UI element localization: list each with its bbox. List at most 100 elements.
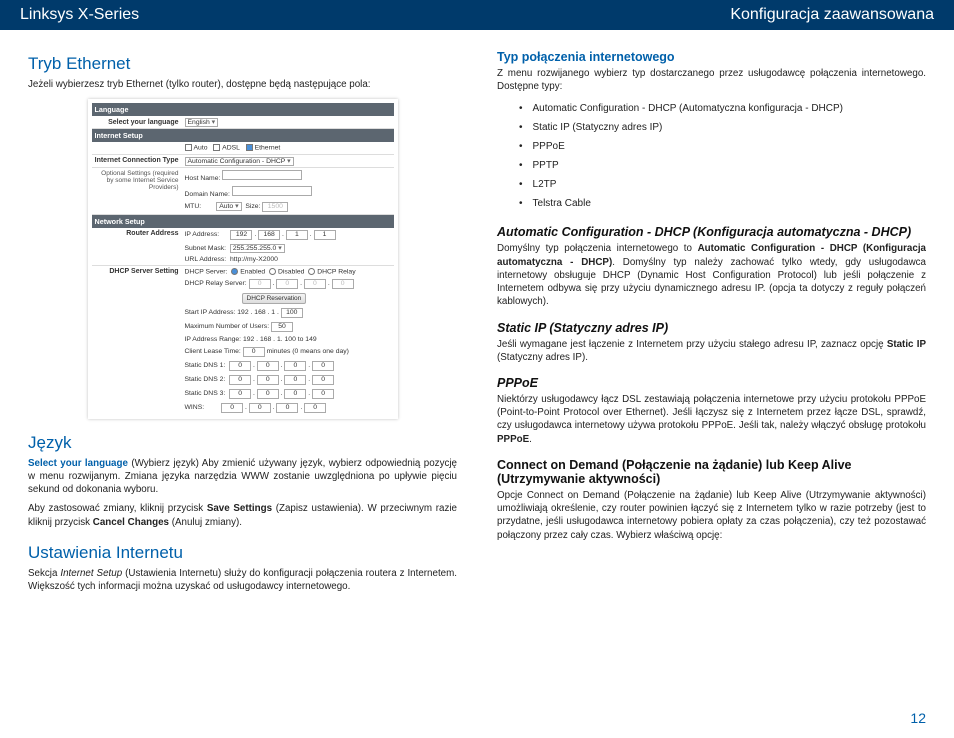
shot-wins-1[interactable]: 0 (249, 403, 271, 413)
heading-dhcp: Automatic Configuration - DHCP (Konfigur… (497, 225, 926, 239)
shot-radio-relay[interactable] (308, 268, 315, 275)
shot-lbl-domainname: Domain Name: (185, 191, 230, 198)
shot-input-domainname[interactable] (232, 186, 312, 196)
para-connect: Opcje Connect on Demand (Połączenie na ż… (497, 489, 926, 542)
shot-relay-1[interactable]: 0 (276, 279, 298, 289)
shot-input-startip[interactable]: 100 (281, 308, 303, 318)
shot-lbl-dhcpserver: DHCP Server: (185, 268, 228, 275)
txt-j2d: Cancel Changes (93, 517, 169, 528)
shot-ip-1[interactable]: 168 (258, 230, 280, 240)
shot-wins-3[interactable]: 0 (304, 403, 326, 413)
para-pppoe: Niektórzy usługodawcy łącz DSL zestawiaj… (497, 393, 926, 446)
shot-input-maxusers[interactable]: 50 (271, 322, 293, 332)
list-item: Telstra Cable (519, 194, 926, 213)
shot-relay-2[interactable]: 0 (304, 279, 326, 289)
shot-wins-0[interactable]: 0 (221, 403, 243, 413)
para-jezyk-1: Select your language (Wybierz język) Aby… (28, 457, 457, 497)
shot-radio-disabled[interactable] (269, 268, 276, 275)
shot-opt-auto: Auto (194, 145, 208, 152)
shot-input-hostname[interactable] (222, 170, 302, 180)
shot-lbl-dhcpset: DHCP Server Setting (92, 266, 182, 415)
shot-select-subnet[interactable]: 255.255.255.0 (230, 244, 285, 253)
shot-dns2-1[interactable]: 0 (257, 375, 279, 385)
shot-lbl-router: Router Address (92, 228, 182, 266)
para-ustawienia: Sekcja Internet Setup (Ustawienia Intern… (28, 567, 457, 593)
page-header: Linksys X-Series Konfiguracja zaawansowa… (0, 0, 954, 30)
page-body: Tryb Ethernet Jeżeli wybierzesz tryb Eth… (0, 30, 954, 599)
shot-dns2-0[interactable]: 0 (229, 375, 251, 385)
txt-ppc: . (529, 434, 532, 445)
shot-input-mtu-size[interactable]: 1500 (262, 202, 288, 212)
txt-usta: Sekcja (28, 568, 60, 579)
shot-dns1-3[interactable]: 0 (312, 361, 334, 371)
heading-static: Static IP (Statyczny adres IP) (497, 321, 926, 335)
txt-statc: (Statyczny adres IP). (497, 352, 588, 363)
shot-opt-enabled: Enabled (240, 268, 265, 275)
header-right: Konfiguracja zaawansowana (730, 6, 934, 24)
shot-lbl-conntype: Internet Connection Type (92, 155, 182, 168)
shot-lbl-iprange: IP Address Range: (185, 336, 242, 343)
shot-lbl-wins: WINS: (185, 404, 205, 411)
heading-tryb-ethernet: Tryb Ethernet (28, 54, 457, 74)
shot-opt-disabled: Disabled (278, 268, 304, 275)
shot-btn-reservation[interactable]: DHCP Reservation (242, 293, 307, 304)
txt-ppb: PPPoE (497, 434, 529, 445)
txt-stata: Jeśli wymagane jest łączenie z Internete… (497, 339, 887, 350)
shot-lbl-ip: IP Address: (185, 231, 220, 238)
shot-lbl-optional: Optional Settings (required by some Inte… (92, 168, 182, 215)
shot-lbl-selectlang: Select your language (92, 116, 182, 129)
shot-dns3-1[interactable]: 0 (257, 389, 279, 399)
shot-dns3-2[interactable]: 0 (284, 389, 306, 399)
shot-dns1-0[interactable]: 0 (229, 361, 251, 371)
shot-ip-3[interactable]: 1 (314, 230, 336, 240)
connection-type-list: Automatic Configuration - DHCP (Automaty… (497, 99, 926, 213)
shot-dns3-3[interactable]: 0 (312, 389, 334, 399)
para-dhcp: Domyślny typ połączenia internetowego to… (497, 242, 926, 308)
right-column: Typ połączenia internetowego Z menu rozw… (497, 40, 926, 599)
para-ethernet: Jeżeli wybierzesz tryb Ethernet (tylko r… (28, 78, 457, 91)
shot-lbl-size: Size: (245, 203, 260, 210)
shot-val-iprange: 192 . 168 . 1. 100 to 149 (243, 336, 317, 343)
heading-jezyk: Język (28, 433, 457, 453)
shot-relay-3[interactable]: 0 (332, 279, 354, 289)
shot-relay-0[interactable]: 0 (249, 279, 271, 289)
shot-select-conntype[interactable]: Automatic Configuration - DHCP (185, 157, 294, 166)
shot-sec-language: Language (92, 103, 394, 116)
shot-lbl-relaysrv: DHCP Relay Server: (185, 280, 247, 287)
shot-select-language[interactable]: English (185, 118, 219, 127)
shot-checkbox-adsl[interactable] (213, 144, 220, 151)
list-item: PPPoE (519, 137, 926, 156)
shot-opt-relay: DHCP Relay (317, 268, 355, 275)
shot-checkbox-auto[interactable] (185, 144, 192, 151)
shot-lbl-mtu: MTU: (185, 203, 202, 210)
txt-statb: Static IP (887, 339, 926, 350)
para-jezyk-2: Aby zastosować zmiany, kliknij przycisk … (28, 502, 457, 528)
para-typ: Z menu rozwijanego wybierz typ dostarcza… (497, 67, 926, 93)
txt-ustb: Internet Setup (60, 568, 122, 579)
list-item: PPTP (519, 156, 926, 175)
shot-opt-ethernet: Ethernet (255, 145, 281, 152)
shot-select-mtu[interactable]: Auto (216, 202, 241, 211)
shot-input-lease[interactable]: 0 (243, 347, 265, 357)
shot-lbl-lease: Client Lease Time: (185, 348, 241, 355)
shot-dns3-0[interactable]: 0 (229, 389, 251, 399)
header-left: Linksys X-Series (20, 6, 139, 24)
shot-val-url: http://my-X2000 (230, 256, 278, 263)
para-static: Jeśli wymagane jest łączenie z Internete… (497, 338, 926, 364)
shot-checkbox-ethernet[interactable] (246, 144, 253, 151)
shot-lbl-url: URL Address: (185, 256, 227, 263)
list-item: L2TP (519, 175, 926, 194)
shot-opt-adsl: ADSL (222, 145, 240, 152)
shot-dns2-2[interactable]: 0 (284, 375, 306, 385)
shot-lbl-dns2: Static DNS 2: (185, 376, 226, 383)
shot-ip-0[interactable]: 192 (230, 230, 252, 240)
shot-lbl-subnet: Subnet Mask: (185, 245, 227, 252)
shot-dns2-3[interactable]: 0 (312, 375, 334, 385)
shot-wins-2[interactable]: 0 (276, 403, 298, 413)
shot-dns1-2[interactable]: 0 (284, 361, 306, 371)
txt-ppa: Niektórzy usługodawcy łącz DSL zestawiaj… (497, 394, 926, 431)
shot-radio-enabled[interactable] (231, 268, 238, 275)
shot-lbl-hostname: Host Name: (185, 175, 221, 182)
shot-dns1-1[interactable]: 0 (257, 361, 279, 371)
shot-ip-2[interactable]: 1 (286, 230, 308, 240)
